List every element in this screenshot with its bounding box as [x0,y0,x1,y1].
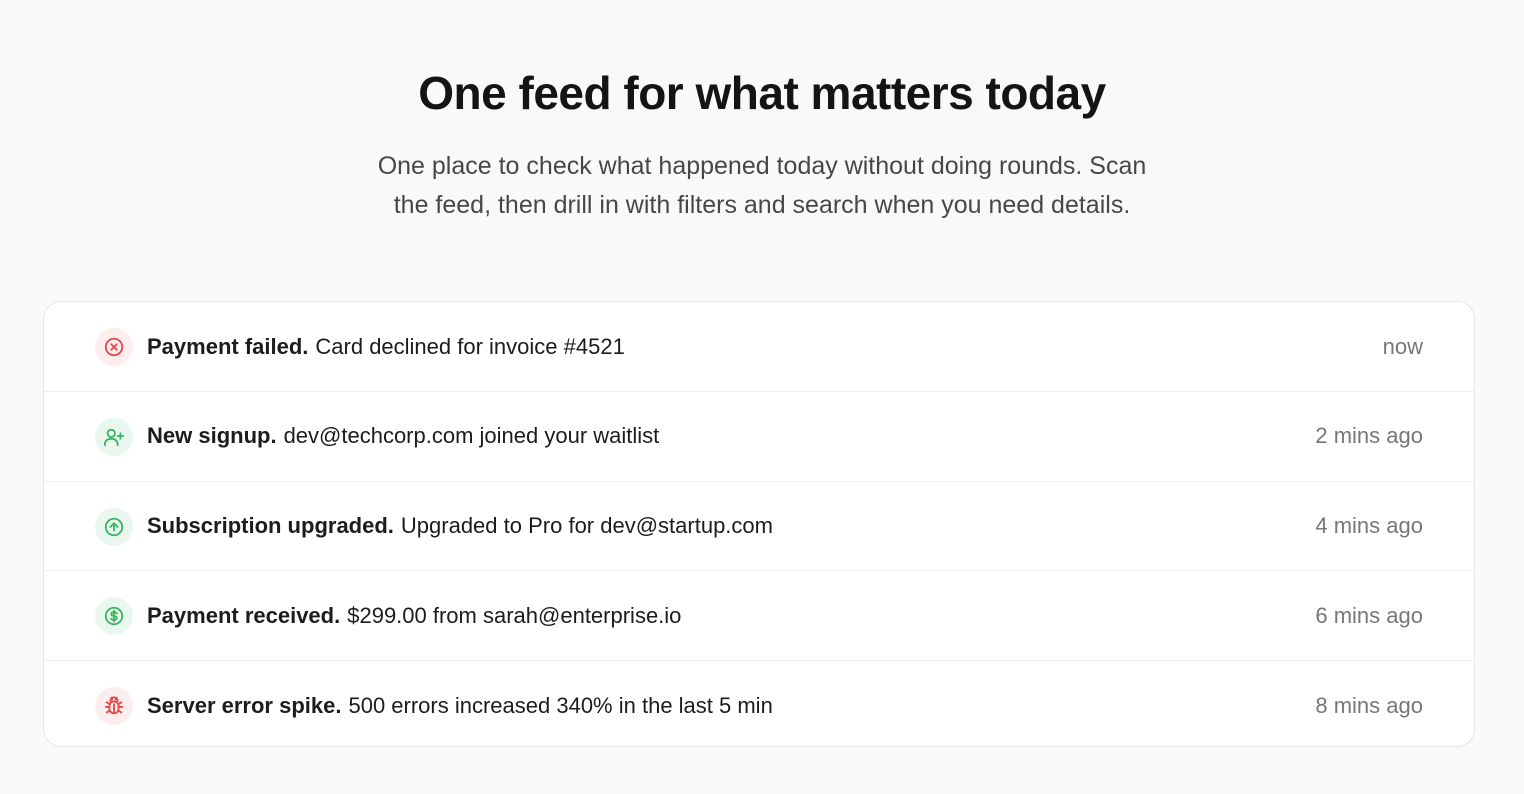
feed-item-description: Card declined for invoice #4521 [315,333,625,359]
subtitle-line-2: the feed, then drill in with filters and… [393,191,1131,219]
feed-item-title: Payment failed. [147,333,309,359]
feed-item[interactable]: Payment received. $299.00 from sarah@ent… [44,571,1474,662]
feed-item[interactable]: New signup. dev@techcorp.com joined your… [44,392,1474,482]
feed-item-time: now [1382,333,1423,359]
feed-item-time: 6 mins ago [1315,602,1423,628]
dollar-circle-icon [95,597,133,636]
feed-item-description: dev@techcorp.com joined your waitlist [283,423,660,449]
x-circle-icon [95,328,133,366]
feed-item-text: Payment failed. Card declined for invoic… [147,302,625,391]
bug-icon [95,687,133,726]
feed-item-text: Server error spike. 500 errors increased… [147,661,773,746]
page-subtitle: One place to check what happened today w… [0,147,1524,225]
feed-item[interactable]: Server error spike. 500 errors increased… [44,661,1474,746]
feed-item-title: Subscription upgraded. [147,513,394,539]
subtitle-line-1: One place to check what happened today w… [377,152,1147,180]
feed-item-text: Payment received. $299.00 from sarah@ent… [147,571,681,660]
activity-feed: Payment failed. Card declined for invoic… [43,301,1475,747]
feed-item-time: 2 mins ago [1315,423,1423,449]
feed-item-description: 500 errors increased 340% in the last 5 … [348,692,773,718]
feed-item-title: Payment received. [147,602,341,628]
feed-item-description: $299.00 from sarah@enterprise.io [347,602,682,628]
feed-item-title: Server error spike. [147,692,342,718]
page-title: One feed for what matters today [418,67,1106,119]
page: One feed for what matters today One plac… [0,0,1524,794]
arrow-up-circle-icon [95,507,133,546]
feed-item-description: Upgraded to Pro for dev@startup.com [400,513,773,539]
feed-item-text: Subscription upgraded. Upgraded to Pro f… [147,482,773,571]
feed-item-time: 4 mins ago [1315,513,1423,539]
user-plus-icon [95,417,133,456]
feed-item[interactable]: Subscription upgraded. Upgraded to Pro f… [44,482,1474,572]
feed-item-title: New signup. [147,423,277,449]
feed-item[interactable]: Payment failed. Card declined for invoic… [44,302,1474,392]
feed-item-time: 8 mins ago [1315,692,1423,718]
feed-item-text: New signup. dev@techcorp.com joined your… [147,392,659,481]
